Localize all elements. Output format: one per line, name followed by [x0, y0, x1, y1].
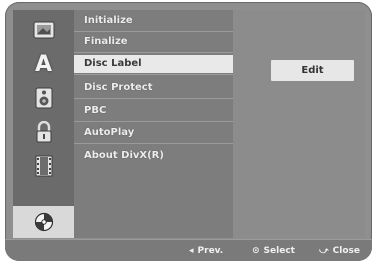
menu-item-disc-label[interactable]: Disc Label: [74, 55, 233, 73]
menu-item-about-divx[interactable]: About DivX(R): [74, 147, 233, 165]
divider: [74, 31, 233, 32]
menu-item-autoplay[interactable]: AutoPlay: [74, 124, 233, 142]
divider: [74, 143, 233, 144]
prev-hint: ◂ Prev.: [189, 240, 223, 261]
option-panel: Edit: [233, 10, 365, 238]
film-icon[interactable]: [13, 150, 74, 182]
return-icon: ⤻: [319, 246, 329, 256]
disc-settings-list: Initialize Finalize Disc Label Disc Prot…: [74, 10, 233, 238]
picture-icon[interactable]: [13, 14, 74, 46]
select-label: Select: [263, 246, 295, 256]
setup-menu: A Initialize Finalize Disc Label Disc Pr…: [5, 2, 372, 261]
menu-item-finalize[interactable]: Finalize: [74, 33, 233, 51]
close-label: Close: [332, 246, 360, 256]
left-arrow-icon: ◂: [189, 246, 194, 256]
language-icon[interactable]: A: [13, 48, 74, 80]
disc-icon[interactable]: [13, 206, 74, 238]
edit-button[interactable]: Edit: [271, 60, 354, 81]
language-icon-glyph: A: [34, 51, 53, 77]
screen: A Initialize Finalize Disc Label Disc Pr…: [0, 0, 379, 266]
divider: [74, 121, 233, 122]
select-hint: ⊙ Select: [252, 240, 295, 261]
menu-item-initialize[interactable]: Initialize: [74, 12, 233, 30]
footer-hint-bar: ◂ Prev. ⊙ Select ⤻ Close: [5, 239, 372, 261]
divider: [74, 98, 233, 99]
menu-item-disc-protect[interactable]: Disc Protect: [74, 79, 233, 97]
lock-icon[interactable]: [13, 116, 74, 148]
divider: [74, 74, 233, 75]
prev-label: Prev.: [197, 246, 224, 256]
category-icon-column: A: [13, 10, 74, 238]
menu-item-pbc[interactable]: PBC: [74, 102, 233, 120]
close-hint: ⤻ Close: [319, 240, 360, 261]
enter-icon: ⊙: [252, 246, 260, 256]
audio-icon[interactable]: [13, 82, 74, 114]
divider: [74, 52, 233, 53]
